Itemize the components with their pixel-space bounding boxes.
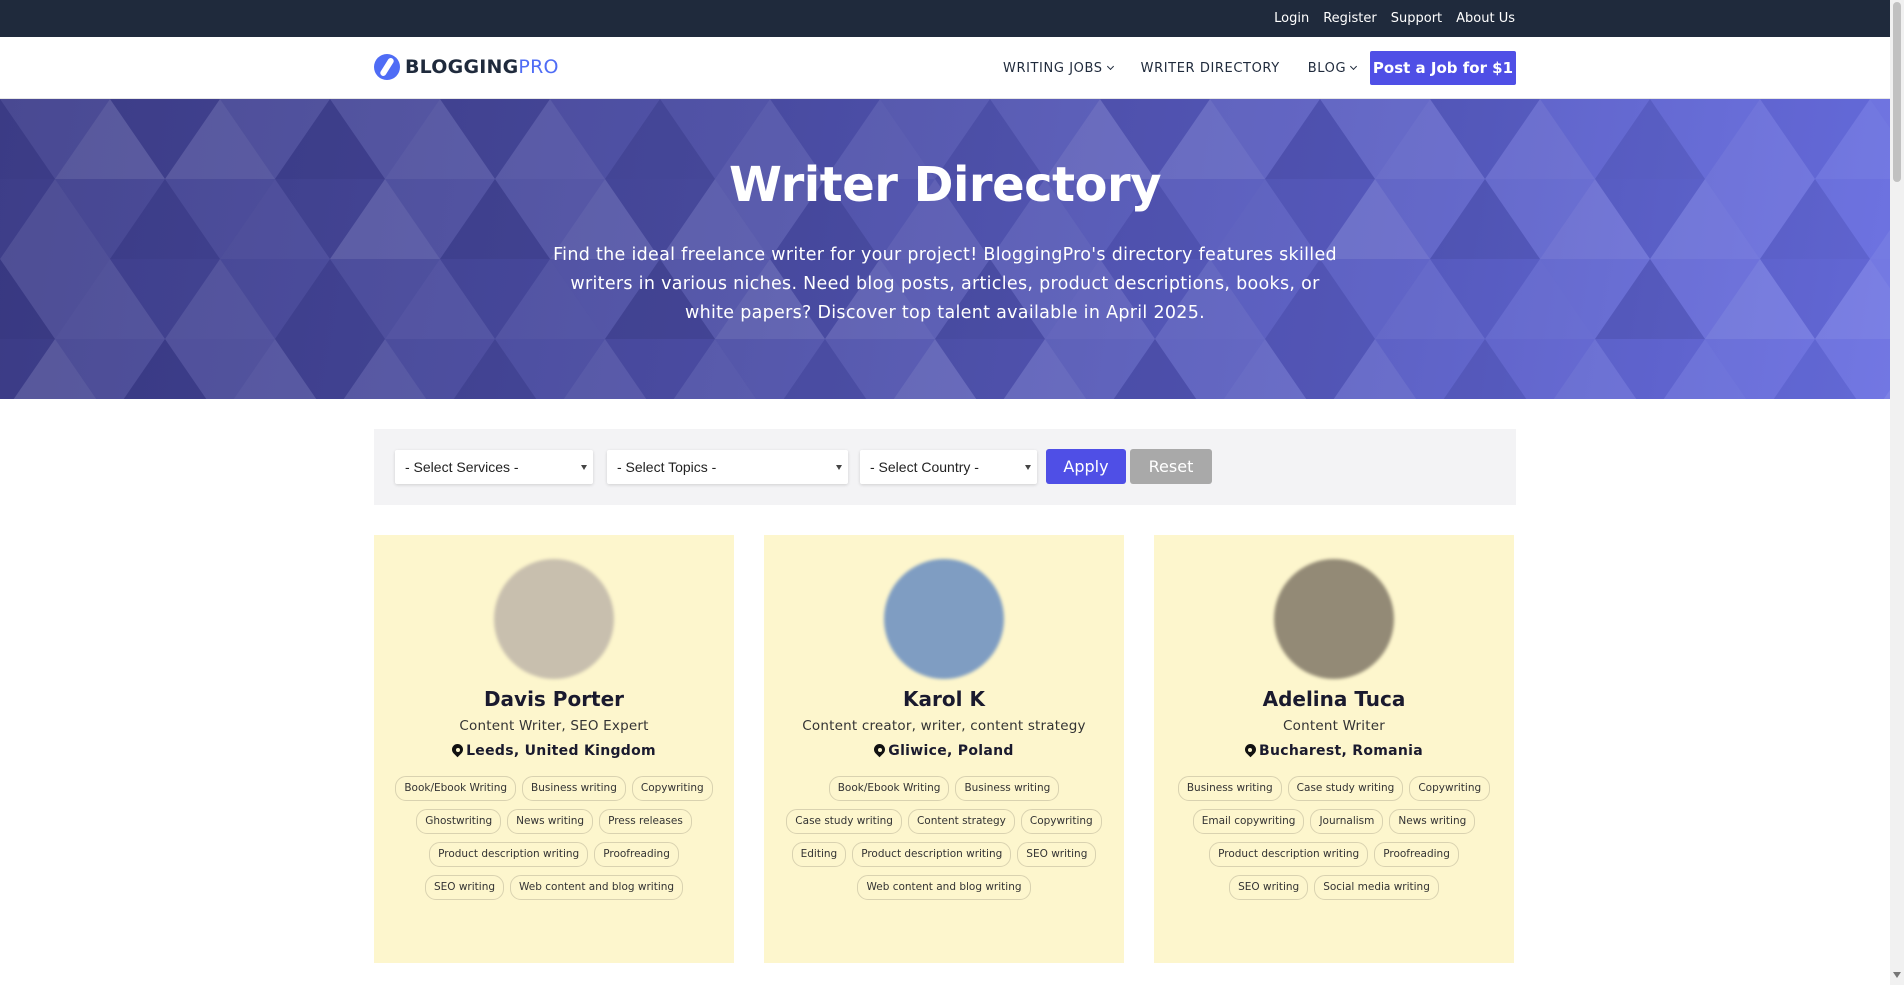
map-pin-icon (452, 744, 463, 758)
skill-tag[interactable]: SEO writing (424, 875, 505, 900)
register-link[interactable]: Register (1323, 11, 1377, 26)
skill-tag[interactable]: Case study writing (1287, 776, 1404, 801)
map-pin-icon (1245, 744, 1256, 758)
nav-writer-directory[interactable]: WRITER DIRECTORY (1141, 61, 1280, 76)
writer-role: Content Writer, SEO Expert (459, 718, 649, 734)
writer-location-text: Bucharest, Romania (1258, 743, 1423, 759)
writer-card[interactable]: Davis Porter Content Writer, SEO Expert … (374, 535, 734, 963)
skill-tag[interactable]: Product description writing (1209, 842, 1369, 867)
avatar (494, 559, 614, 679)
skill-tag[interactable]: Web content and blog writing (857, 875, 1031, 900)
about-us-link[interactable]: About Us (1456, 11, 1515, 26)
writer-location: Leeds, United Kingdom (374, 743, 734, 759)
writer-location: Gliwice, Poland (764, 743, 1124, 759)
writer-location-text: Gliwice, Poland (888, 743, 1014, 759)
nav-writer-directory-label: WRITER DIRECTORY (1140, 60, 1280, 76)
services-select[interactable]: - Select Services - (395, 450, 593, 484)
avatar (884, 559, 1004, 679)
site-logo[interactable]: BLOGGINGPRO (374, 54, 559, 80)
skill-tag[interactable]: Copywriting (1020, 809, 1102, 834)
skill-tag[interactable]: Product description writing (852, 842, 1012, 867)
skill-tag[interactable]: Content strategy (907, 809, 1015, 834)
dropdown-arrow-icon (1025, 465, 1031, 470)
country-select-value: - Select Country - (870, 459, 979, 475)
top-utility-bar: Login Register Support About Us (0, 0, 1890, 37)
skill-tag[interactable]: Copywriting (1409, 776, 1491, 801)
login-link[interactable]: Login (1274, 11, 1309, 26)
writer-name[interactable]: Davis Porter (374, 687, 734, 711)
scrollbar-thumb[interactable] (1893, 2, 1901, 182)
skill-tag[interactable]: Editing (791, 842, 847, 867)
skill-tag[interactable]: Proofreading (594, 842, 679, 867)
writer-name[interactable]: Adelina Tuca (1154, 687, 1514, 711)
nav-blog[interactable]: BLOG (1307, 60, 1358, 76)
writer-card[interactable]: Karol K Content creator, writer, content… (764, 535, 1124, 963)
skill-tag[interactable]: Press releases (599, 809, 692, 834)
logo-feather-icon (374, 54, 400, 80)
nav-writing-jobs-label: WRITING JOBS (1003, 60, 1103, 76)
skill-tag[interactable]: Copywriting (631, 776, 713, 801)
skill-tag[interactable]: Ghostwriting (416, 809, 502, 834)
skill-tags: Book/Ebook Writing Business writing Case… (784, 776, 1104, 900)
skill-tag[interactable]: Social media writing (1314, 875, 1439, 900)
dropdown-arrow-icon (836, 465, 842, 470)
site-header: BLOGGINGPRO WRITING JOBS WRITER DIRECTOR… (0, 37, 1890, 99)
skill-tag[interactable]: Email copywriting (1192, 809, 1305, 834)
reset-button[interactable]: Reset (1130, 449, 1212, 484)
scroll-down-arrow-icon[interactable] (1893, 972, 1901, 978)
filter-bar: - Select Services - - Select Topics - - … (374, 429, 1516, 505)
logo-text: BLOGGINGPRO (405, 56, 559, 78)
skill-tags: Book/Ebook Writing Business writing Copy… (394, 776, 714, 900)
map-pin-icon (874, 744, 885, 758)
skill-tag[interactable]: SEO writing (1017, 842, 1097, 867)
skill-tag[interactable]: Book/Ebook Writing (828, 776, 950, 801)
skill-tag[interactable]: Business writing (955, 776, 1060, 801)
hero-description: Find the ideal freelance writer for your… (553, 245, 1337, 323)
top-links: Login Register Support About Us (1274, 0, 1515, 37)
writer-location: Bucharest, Romania (1154, 743, 1514, 759)
writer-role: Content Writer (1283, 718, 1385, 734)
hero-banner: Writer Directory Find the ideal freelanc… (0, 99, 1890, 399)
skill-tag[interactable]: Product description writing (429, 842, 589, 867)
avatar (1274, 559, 1394, 679)
support-link[interactable]: Support (1391, 11, 1442, 26)
skill-tag[interactable]: Business writing (1177, 776, 1282, 801)
nav-blog-label: BLOG (1307, 60, 1347, 76)
writer-card[interactable]: Adelina Tuca Content Writer Bucharest, R… (1154, 535, 1514, 963)
page-scrollbar[interactable] (1890, 0, 1904, 985)
skill-tag[interactable]: Web content and blog writing (510, 875, 684, 900)
dropdown-arrow-icon (581, 465, 587, 470)
post-job-button[interactable]: Post a Job for $1 (1370, 51, 1516, 85)
topics-select-value: - Select Topics - (617, 459, 717, 475)
main-nav: WRITING JOBS WRITER DIRECTORY BLOG (1003, 37, 1358, 99)
skill-tag[interactable]: Journalism (1310, 809, 1384, 834)
country-select[interactable]: - Select Country - (860, 450, 1037, 484)
writer-name[interactable]: Karol K (764, 687, 1124, 711)
apply-button[interactable]: Apply (1046, 449, 1126, 484)
chevron-down-icon (1350, 62, 1358, 71)
skill-tag[interactable]: News writing (1389, 809, 1476, 834)
writer-location-text: Leeds, United Kingdom (466, 743, 656, 759)
writer-role: Content creator, writer, content strateg… (802, 718, 1086, 734)
skill-tags: Business writing Case study writing Copy… (1174, 776, 1494, 900)
page-title: Writer Directory (729, 157, 1161, 213)
skill-tag[interactable]: Case study writing (786, 809, 902, 834)
skill-tag[interactable]: Book/Ebook Writing (395, 776, 517, 801)
topics-select[interactable]: - Select Topics - (607, 450, 848, 484)
skill-tag[interactable]: News writing (507, 809, 594, 834)
skill-tag[interactable]: SEO writing (1229, 875, 1309, 900)
chevron-down-icon (1106, 62, 1114, 71)
skill-tag[interactable]: Proofreading (1374, 842, 1459, 867)
services-select-value: - Select Services - (405, 459, 519, 475)
skill-tag[interactable]: Business writing (522, 776, 626, 801)
nav-writing-jobs[interactable]: WRITING JOBS (1003, 60, 1114, 76)
